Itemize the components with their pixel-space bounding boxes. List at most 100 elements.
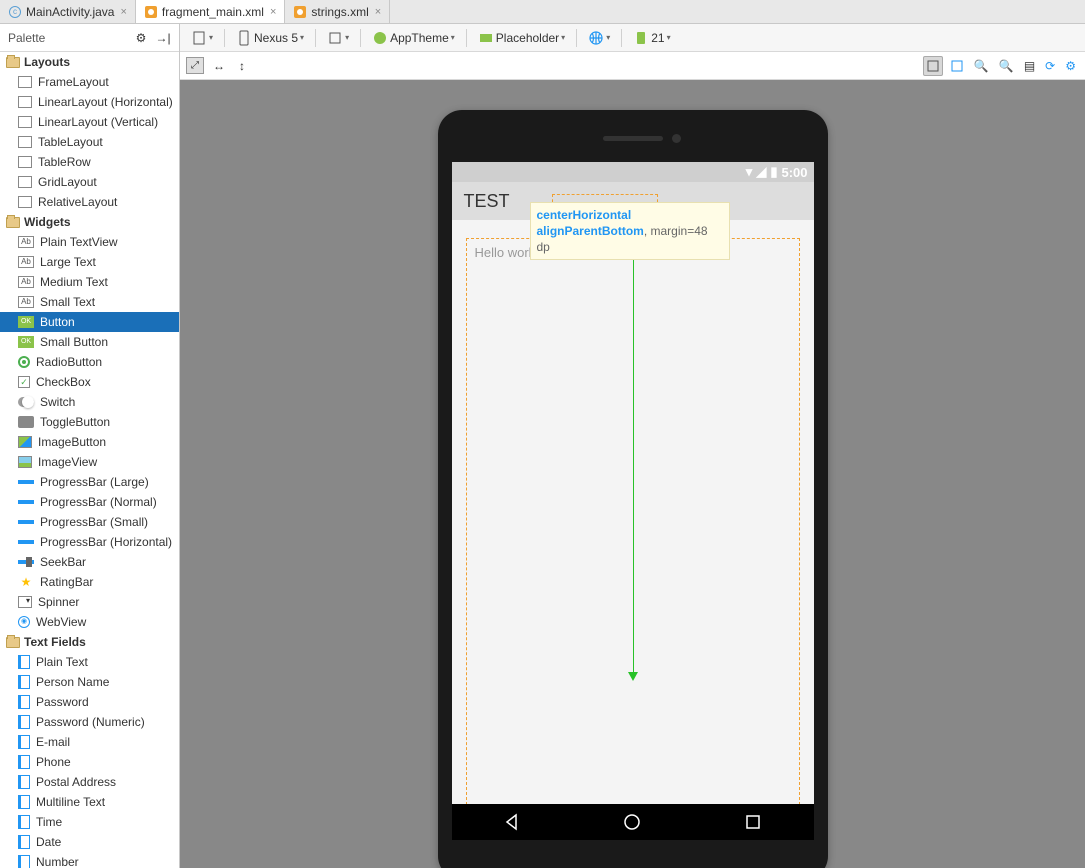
palette-item[interactable]: Spinner	[0, 592, 179, 612]
text-icon: Ab	[18, 256, 34, 268]
item-label: Time	[36, 815, 62, 829]
palette-item[interactable]: Date	[0, 832, 179, 852]
palette-item[interactable]: LinearLayout (Horizontal)	[0, 92, 179, 112]
home-icon[interactable]	[622, 812, 642, 832]
tab-fragment-main[interactable]: fragment_main.xml ×	[136, 0, 285, 23]
tab-mainactivity[interactable]: c MainActivity.java ×	[0, 0, 136, 23]
palette-item[interactable]: E-mail	[0, 732, 179, 752]
palette-item[interactable]: ◉WebView	[0, 612, 179, 632]
palette-item[interactable]: Number	[0, 852, 179, 868]
palette-item[interactable]: Phone	[0, 752, 179, 772]
zoom-out-icon[interactable]: 🔍	[996, 56, 1017, 76]
tab-label: strings.xml	[311, 5, 368, 19]
palette-item[interactable]: TableLayout	[0, 132, 179, 152]
item-label: WebView	[36, 615, 86, 629]
item-label: Phone	[36, 755, 71, 769]
palette-item[interactable]: AbMedium Text	[0, 272, 179, 292]
zoom-in-icon[interactable]: 🔍	[971, 56, 992, 76]
locale-dropdown[interactable]: ▾	[583, 27, 615, 49]
gear-icon[interactable]: ⚙	[133, 30, 149, 46]
collapse-icon[interactable]: →|	[155, 30, 171, 46]
theme-dropdown[interactable]: AppTheme▾	[367, 27, 460, 49]
orientation-button[interactable]: ▾	[322, 27, 354, 49]
align-v-icon[interactable]: ↕	[234, 56, 250, 76]
close-icon[interactable]: ×	[375, 6, 381, 18]
device-screen[interactable]: ▾ ◢ ▮ 5:00 TEST centerHorizontal alignPa…	[452, 162, 814, 840]
palette-item[interactable]: Plain Text	[0, 652, 179, 672]
text-icon: Ab	[18, 236, 34, 248]
palette-item[interactable]: AbLarge Text	[0, 252, 179, 272]
palette-item[interactable]: RadioButton	[0, 352, 179, 372]
palette-item[interactable]: ImageView	[0, 452, 179, 472]
palette-group[interactable]: Widgets	[0, 212, 179, 232]
palette-item[interactable]: ★RatingBar	[0, 572, 179, 592]
palette-item[interactable]: Time	[0, 812, 179, 832]
palette-item[interactable]: ProgressBar (Normal)	[0, 492, 179, 512]
design-canvas[interactable]: ▾ ◢ ▮ 5:00 TEST centerHorizontal alignPa…	[180, 80, 1085, 868]
gear-icon[interactable]: ⚙	[1062, 56, 1079, 76]
align-h-icon[interactable]: ↔	[208, 56, 230, 76]
refresh-icon[interactable]: ⟳	[1042, 56, 1058, 76]
api-dropdown[interactable]: 21▾	[628, 27, 675, 49]
preview-dropdown[interactable]: Placeholder▾	[473, 27, 570, 49]
layout-content[interactable]: centerHorizontal alignParentBottom, marg…	[452, 220, 814, 840]
palette-item[interactable]: ProgressBar (Small)	[0, 512, 179, 532]
palette-item[interactable]: FrameLayout	[0, 72, 179, 92]
button-icon: OK	[18, 316, 34, 328]
palette-item[interactable]: AbSmall Text	[0, 292, 179, 312]
design-toolbar: ▾ Nexus 5▾ ▾ AppTheme▾ Placeholder▾ ▾ 21…	[180, 24, 1085, 52]
check-icon: ✓	[18, 376, 30, 388]
wifi-icon: ▾	[746, 164, 753, 180]
widget-icon	[18, 835, 30, 849]
item-label: Password (Numeric)	[36, 715, 145, 729]
palette-item[interactable]: GridLayout	[0, 172, 179, 192]
palette-item[interactable]: SeekBar	[0, 552, 179, 572]
palette-item[interactable]: Password	[0, 692, 179, 712]
widget-icon	[18, 560, 34, 564]
item-label: SeekBar	[40, 555, 86, 569]
blueprint-view-button[interactable]	[947, 56, 967, 76]
close-icon[interactable]: ×	[120, 6, 126, 18]
widget-icon	[18, 596, 32, 608]
palette-group[interactable]: Layouts	[0, 52, 179, 72]
zoom-fit-icon[interactable]: ▤	[1021, 56, 1038, 76]
close-icon[interactable]: ×	[270, 6, 276, 18]
palette-item[interactable]: Postal Address	[0, 772, 179, 792]
item-label: Medium Text	[40, 275, 108, 289]
item-label: ImageView	[38, 455, 97, 469]
palette-item[interactable]: Person Name	[0, 672, 179, 692]
palette-group[interactable]: Text Fields	[0, 632, 179, 652]
nav-bar	[452, 804, 814, 840]
widget-icon	[18, 815, 30, 829]
back-icon[interactable]	[502, 812, 522, 832]
palette-item[interactable]: ✓CheckBox	[0, 372, 179, 392]
palette-item[interactable]: Multiline Text	[0, 792, 179, 812]
tab-strings[interactable]: strings.xml ×	[285, 0, 390, 23]
item-label: E-mail	[36, 735, 70, 749]
palette-item[interactable]: LinearLayout (Vertical)	[0, 112, 179, 132]
palette-item[interactable]: Password (Numeric)	[0, 712, 179, 732]
palette-item[interactable]: TableRow	[0, 152, 179, 172]
recent-icon[interactable]	[743, 812, 763, 832]
group-label: Layouts	[24, 55, 70, 69]
palette-tree[interactable]: Layouts FrameLayoutLinearLayout (Horizont…	[0, 52, 179, 868]
palette-item[interactable]: ImageButton	[0, 432, 179, 452]
group-label: Text Fields	[24, 635, 86, 649]
arrow-down-icon	[628, 672, 638, 681]
item-label: ProgressBar (Horizontal)	[40, 535, 172, 549]
palette-item[interactable]: Switch	[0, 392, 179, 412]
render-mode-button[interactable]: ▾	[186, 27, 218, 49]
design-view-button[interactable]	[923, 56, 943, 76]
viewport-toggle[interactable]: ⤢	[186, 57, 204, 74]
palette-item[interactable]: OKSmall Button	[0, 332, 179, 352]
java-icon: c	[8, 5, 22, 19]
palette-item[interactable]: OKButton	[0, 312, 179, 332]
palette-item[interactable]: ProgressBar (Large)	[0, 472, 179, 492]
design-editor: ▾ Nexus 5▾ ▾ AppTheme▾ Placeholder▾ ▾ 21…	[180, 24, 1085, 868]
palette-item[interactable]: RelativeLayout	[0, 192, 179, 212]
device-dropdown[interactable]: Nexus 5▾	[231, 27, 309, 49]
palette-item[interactable]: AbPlain TextView	[0, 232, 179, 252]
palette-item[interactable]: ProgressBar (Horizontal)	[0, 532, 179, 552]
palette-item[interactable]: ToggleButton	[0, 412, 179, 432]
button-icon: OK	[18, 336, 34, 348]
